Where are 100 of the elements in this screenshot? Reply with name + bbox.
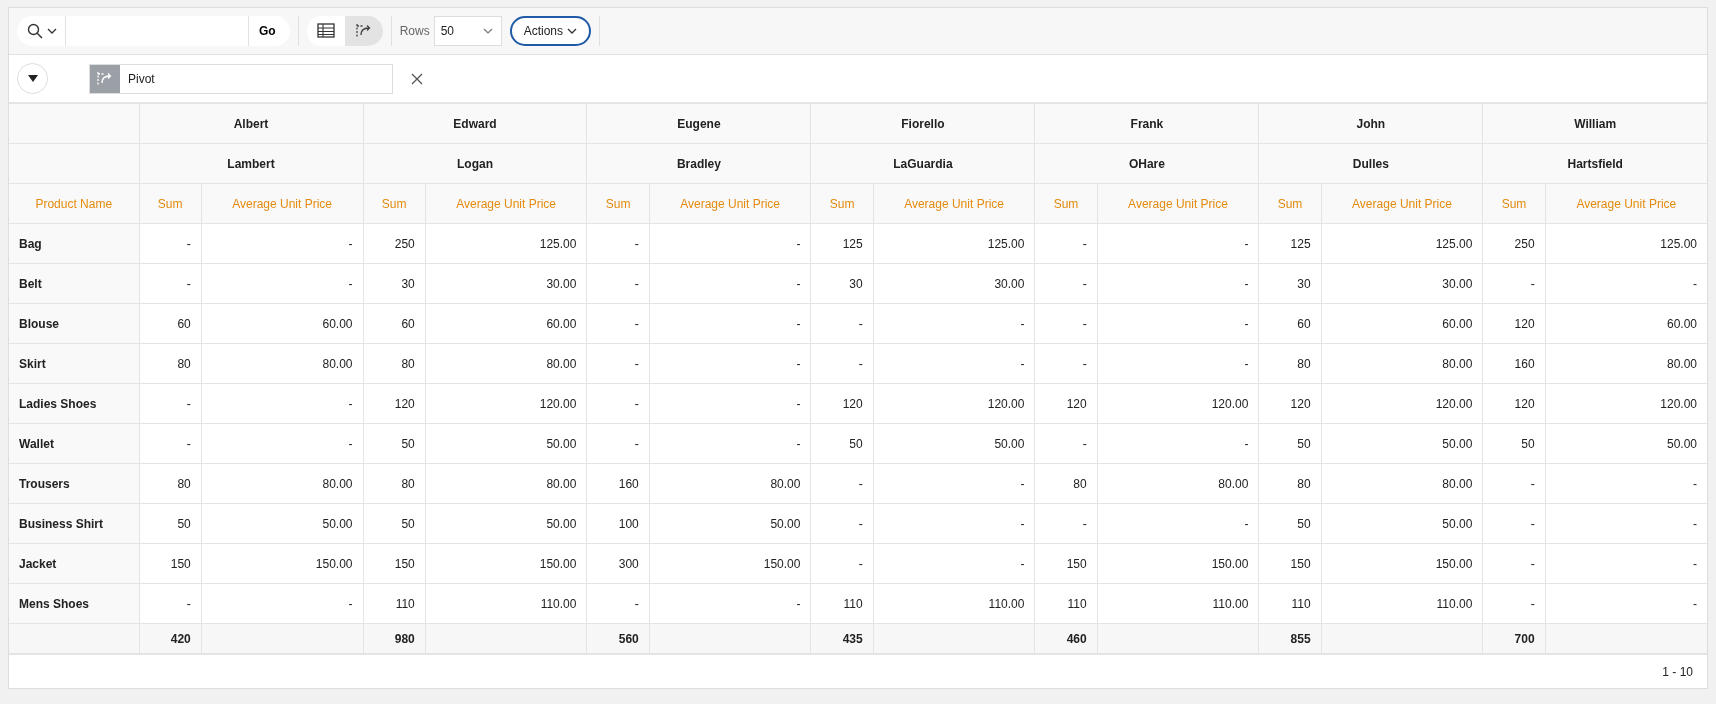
table-cell: 50.00 <box>649 503 811 544</box>
table-cell: - <box>1097 263 1259 304</box>
table-cell: - <box>1097 223 1259 264</box>
pagination-range: 1 - 10 <box>1662 664 1693 679</box>
table-cell: - <box>586 263 650 304</box>
column-header[interactable]: Sum <box>139 183 202 224</box>
column-group-header: Dulles <box>1258 143 1483 184</box>
column-header[interactable]: Sum <box>586 183 650 224</box>
row-header: Business Shirt <box>9 503 139 544</box>
table-cell: - <box>1097 423 1259 464</box>
column-header[interactable]: Average Unit Price <box>425 183 587 224</box>
table-cell: 50.00 <box>1545 423 1707 464</box>
table-cell: 120 <box>363 383 426 424</box>
table-cell: 80 <box>139 343 202 384</box>
table-cell: - <box>586 303 650 344</box>
table-cell: 120.00 <box>1321 383 1483 424</box>
table-cell: - <box>586 423 650 464</box>
search-icon <box>27 23 43 39</box>
column-header[interactable]: Average Unit Price <box>201 183 363 224</box>
table-cell: 110 <box>363 583 426 624</box>
table-cell: 160 <box>586 463 650 504</box>
table-cell: - <box>1545 503 1707 544</box>
column-header[interactable]: Sum <box>1034 183 1098 224</box>
table-cell: 80.00 <box>1321 463 1483 504</box>
table-cell: - <box>873 303 1035 344</box>
table-cell: 60.00 <box>1321 303 1483 344</box>
table-cell: - <box>201 583 363 624</box>
column-header[interactable]: Average Unit Price <box>873 183 1035 224</box>
pivot-filter[interactable]: Pivot <box>89 63 393 94</box>
table-cell: 125 <box>810 223 874 264</box>
table-cell: - <box>1034 303 1098 344</box>
column-header[interactable]: Average Unit Price <box>1545 183 1707 224</box>
row-header: Jacket <box>9 543 139 584</box>
table-cell: - <box>649 263 811 304</box>
table-cell: 50.00 <box>425 423 587 464</box>
go-button[interactable]: Go <box>249 16 290 46</box>
column-header[interactable]: Sum <box>1258 183 1322 224</box>
table-cell: 120 <box>1482 383 1546 424</box>
table-cell: 300 <box>586 543 650 584</box>
actions-button[interactable]: Actions <box>509 16 592 46</box>
column-group-header: Fiorello <box>810 103 1035 144</box>
search-field[interactable] <box>65 16 249 46</box>
column-group-header: Edward <box>363 103 587 144</box>
table-cell: 80 <box>1258 343 1322 384</box>
table-cell: 150.00 <box>1097 543 1259 584</box>
table-cell: - <box>201 263 363 304</box>
total-cell: 420 <box>139 623 202 654</box>
table-cell: - <box>1097 503 1259 544</box>
table-cell: - <box>649 423 811 464</box>
pivot-view-button[interactable] <box>344 16 383 46</box>
rows-label: Rows <box>399 24 430 38</box>
table-cell: - <box>586 223 650 264</box>
row-header: Trousers <box>9 463 139 504</box>
search-menu-button[interactable] <box>17 16 65 46</box>
table-cell: 110.00 <box>873 583 1035 624</box>
pivot-icon <box>96 70 114 87</box>
table-cell: 30.00 <box>425 263 587 304</box>
column-header[interactable]: Average Unit Price <box>649 183 811 224</box>
table-cell: - <box>1482 583 1546 624</box>
column-header[interactable]: Sum <box>1482 183 1546 224</box>
row-header: Mens Shoes <box>9 583 139 624</box>
table-cell: 160 <box>1482 343 1546 384</box>
row-header: Blouse <box>9 303 139 344</box>
row-header: Bag <box>9 223 139 264</box>
table-cell: 50 <box>363 503 426 544</box>
table-cell: - <box>873 503 1035 544</box>
table-cell: 150 <box>139 543 202 584</box>
table-cell: 110 <box>1034 583 1098 624</box>
table-cell: - <box>1034 343 1098 384</box>
row-header: Belt <box>9 263 139 304</box>
column-header[interactable]: Average Unit Price <box>1321 183 1483 224</box>
table-cell: 80 <box>363 343 426 384</box>
column-header[interactable]: Sum <box>363 183 426 224</box>
collapse-toggle-button[interactable] <box>17 63 48 94</box>
table-cell: 50.00 <box>425 503 587 544</box>
table-cell: 150 <box>363 543 426 584</box>
table-cell: 50 <box>1258 503 1322 544</box>
column-header[interactable]: Average Unit Price <box>1097 183 1259 224</box>
table-cell: 60.00 <box>201 303 363 344</box>
caret-down-icon <box>27 75 38 82</box>
table-cell: 80.00 <box>425 463 587 504</box>
table-cell: 150 <box>1258 543 1322 584</box>
table-cell: - <box>649 343 811 384</box>
column-header[interactable]: Product Name <box>9 183 139 224</box>
table-cell: 30 <box>1258 263 1322 304</box>
table-cell: - <box>1482 263 1546 304</box>
table-cell: - <box>810 303 874 344</box>
table-cell: - <box>810 503 874 544</box>
table-cell: 50.00 <box>201 503 363 544</box>
table-cell: - <box>1482 503 1546 544</box>
table-cell: 50 <box>1258 423 1322 464</box>
table-cell: - <box>873 463 1035 504</box>
table-cell: 120.00 <box>1097 383 1259 424</box>
table-cell: - <box>586 383 650 424</box>
table-cell: 125.00 <box>425 223 587 264</box>
column-header[interactable]: Sum <box>810 183 874 224</box>
chevron-down-icon <box>482 28 493 34</box>
table-cell: 80.00 <box>1097 463 1259 504</box>
rows-select[interactable]: 50 <box>433 16 502 46</box>
total-cell: 855 <box>1258 623 1322 654</box>
